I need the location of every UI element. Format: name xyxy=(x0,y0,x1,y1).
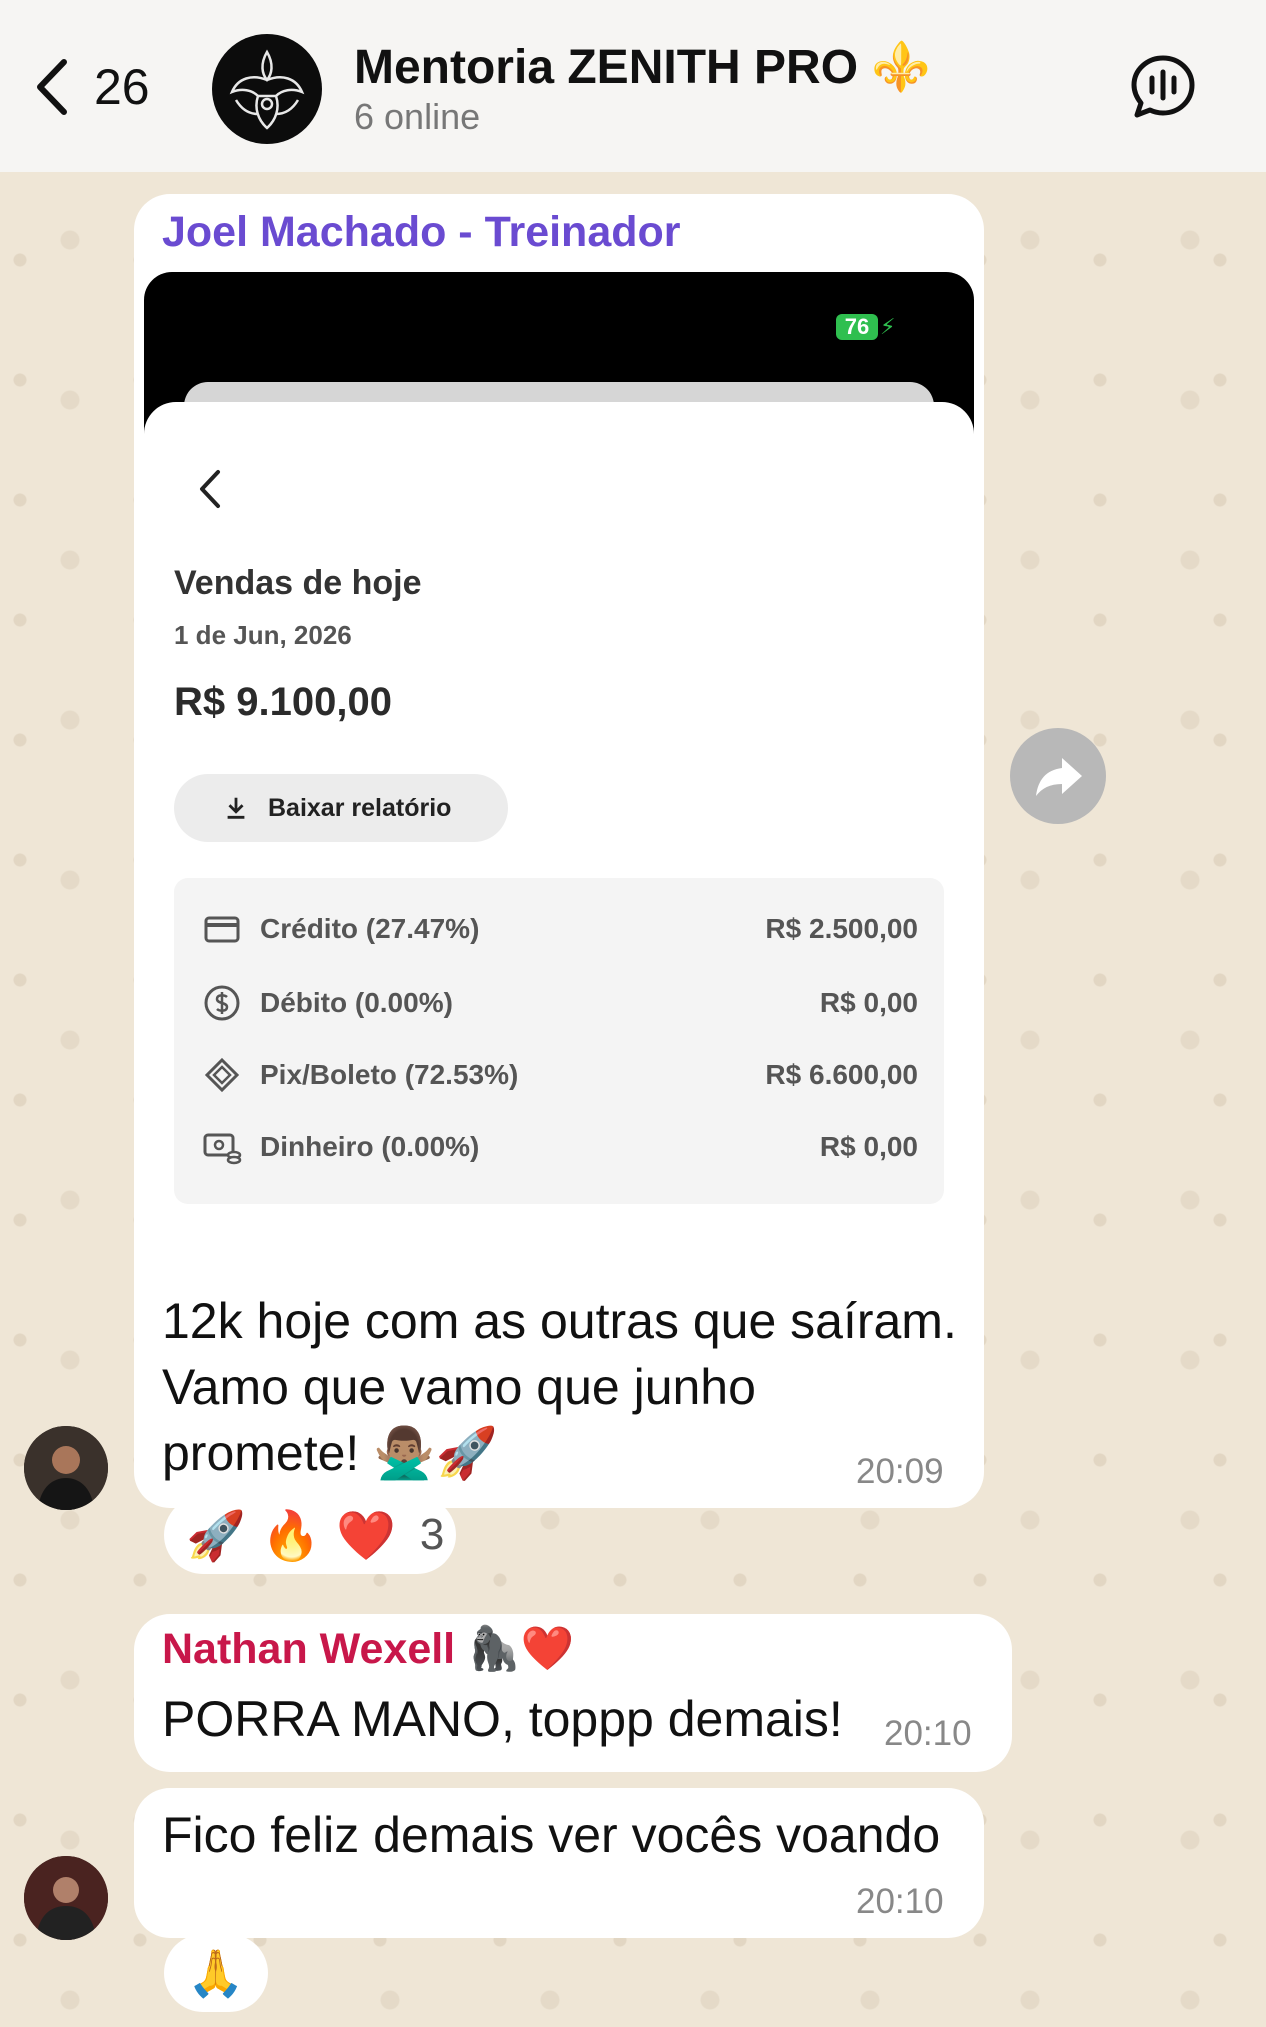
phoenix-logo-icon xyxy=(229,49,305,130)
message-text: Fico feliz demais ver vocês voando xyxy=(162,1807,941,1863)
payment-label: Dinheiro (0.00%) xyxy=(260,1131,480,1162)
message-time: 20:10 xyxy=(856,1882,944,1921)
credit-card-icon xyxy=(204,916,240,943)
group-title[interactable]: Mentoria ZENITH PRO ⚜️ xyxy=(354,38,931,95)
message-bubble[interactable]: Joel Machado - Treinador 76 ⚡ Vendas de … xyxy=(134,194,984,1508)
sender-name[interactable]: Joel Machado - Treinador xyxy=(162,208,681,257)
user-photo-icon xyxy=(24,1426,108,1510)
voice-chat-icon xyxy=(1131,55,1195,118)
reaction-count: 3 xyxy=(419,1510,445,1559)
download-icon xyxy=(227,797,245,819)
dollar-circle-icon xyxy=(204,985,240,1021)
message-text: PORRA MANO, toppp demais! xyxy=(162,1691,843,1747)
chevron-left-icon xyxy=(200,470,220,508)
attached-screenshot[interactable]: 76 ⚡ Vendas de hoje 1 de Jun, 2026 R$ 9.… xyxy=(144,272,974,1254)
message-bubble[interactable]: Nathan Wexell 🦍❤️ PORRA MANO, toppp dema… xyxy=(134,1614,1012,1772)
message-bubble[interactable]: Fico feliz demais ver vocês voando 20:10 xyxy=(134,1788,984,1938)
download-report-button: Baixar relatório xyxy=(174,774,508,842)
download-report-label: Baixar relatório xyxy=(268,793,452,822)
chat-header: 26 Mentoria ZENITH PRO ⚜️ 6 online xyxy=(0,0,1266,172)
voice-chat-button[interactable] xyxy=(1128,52,1198,122)
payment-value: R$ 2.500,00 xyxy=(765,913,918,944)
battery-indicator: 76 xyxy=(836,314,878,340)
payment-breakdown: Crédito (27.47%) R$ 2.500,00 Débito (0.0… xyxy=(174,878,944,1204)
payment-value: R$ 0,00 xyxy=(819,1131,918,1162)
payment-value: R$ 6.600,00 xyxy=(765,1059,918,1090)
chevron-left-icon xyxy=(37,59,67,115)
avatar[interactable] xyxy=(24,1856,108,1940)
avatar[interactable] xyxy=(24,1426,108,1510)
back-button[interactable]: 26 xyxy=(32,52,150,122)
payment-row-pix: Pix/Boleto (72.53%) R$ 6.600,00 xyxy=(202,1050,918,1100)
message-text: 12k hoje com as outras que saíram. Vamo … xyxy=(162,1293,957,1481)
payment-label: Crédito (27.47%) xyxy=(260,913,480,944)
card-date: 1 de Jun, 2026 xyxy=(174,620,352,650)
group-avatar[interactable] xyxy=(212,34,322,144)
payment-row-debit: Débito (0.00%) R$ 0,00 xyxy=(202,978,918,1028)
pix-icon xyxy=(204,1057,240,1093)
payment-value: R$ 0,00 xyxy=(819,987,918,1018)
payment-label: Débito (0.00%) xyxy=(260,987,453,1018)
card-total: R$ 9.100,00 xyxy=(174,680,392,724)
card-title: Vendas de hoje xyxy=(174,564,422,602)
reaction-emojis[interactable]: 🙏 xyxy=(187,1946,244,2001)
message-time: 20:10 xyxy=(884,1714,972,1753)
payment-row-credit: Crédito (27.47%) R$ 2.500,00 xyxy=(202,904,918,954)
reaction-emojis[interactable]: 🚀 🔥 ❤️ xyxy=(186,1507,396,1564)
cash-icon xyxy=(203,1133,242,1165)
unread-count: 26 xyxy=(94,59,150,115)
sender-name[interactable]: Nathan Wexell 🦍❤️ xyxy=(162,1624,574,1674)
user-photo-icon xyxy=(24,1856,108,1940)
charging-icon: ⚡ xyxy=(880,314,896,339)
forward-button[interactable] xyxy=(1010,728,1106,824)
payment-label: Pix/Boleto (72.53%) xyxy=(260,1059,519,1090)
reaction-bar[interactable]: 🚀 🔥 ❤️ 3 xyxy=(164,1496,456,1574)
sales-card: Vendas de hoje 1 de Jun, 2026 R$ 9.100,0… xyxy=(144,402,974,1254)
forward-arrow-icon xyxy=(1036,758,1082,796)
payment-row-cash: Dinheiro (0.00%) R$ 0,00 xyxy=(202,1122,918,1172)
reaction-bar[interactable]: 🙏 xyxy=(164,1934,268,2012)
message-time: 20:09 xyxy=(856,1452,944,1491)
online-status: 6 online xyxy=(354,96,481,137)
